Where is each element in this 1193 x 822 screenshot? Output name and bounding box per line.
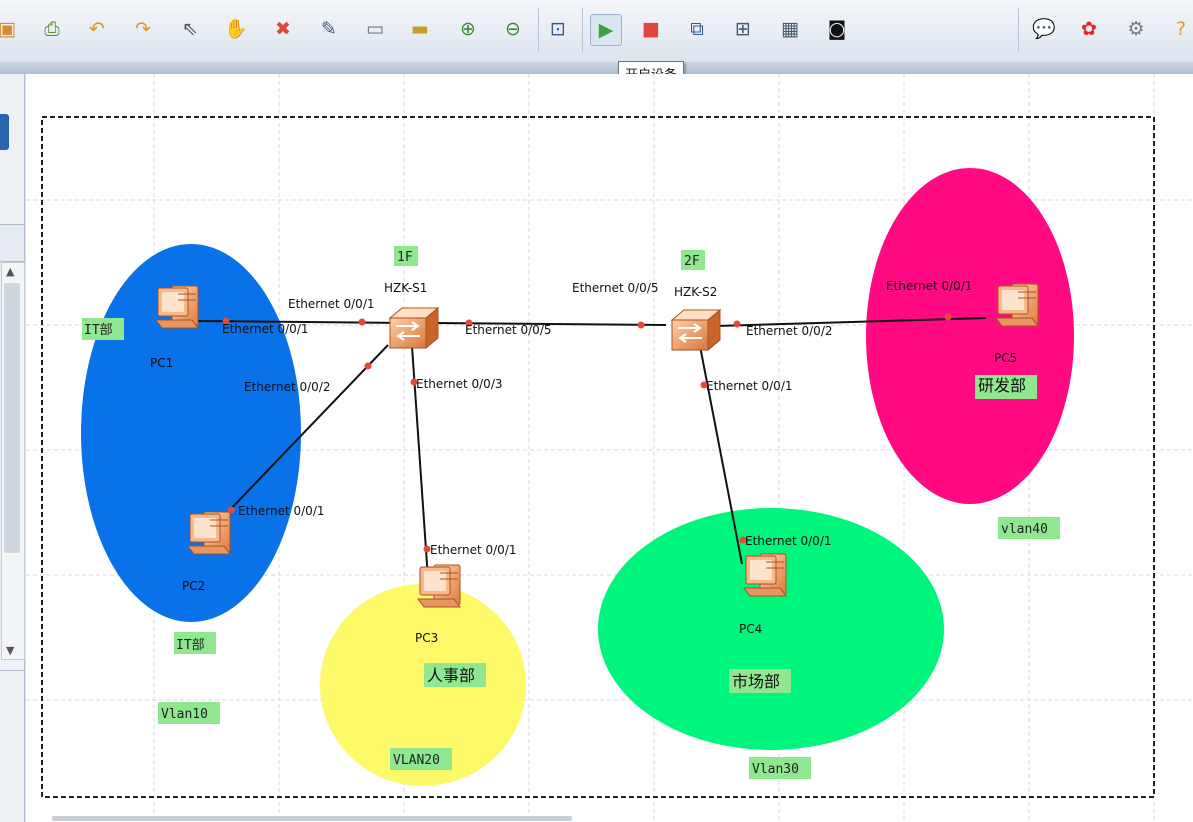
- switch-hzk-s2-label: HZK-S2: [674, 285, 717, 299]
- scroll-down-icon[interactable]: ▼: [6, 644, 14, 657]
- horizontal-scrollbar-thumb[interactable]: [52, 816, 572, 821]
- toolbar-bottom-strip: [0, 62, 1193, 74]
- topology-svg: PC1 PC2 PC3 PC4 PC5 HZK-S1 HZK-S2 1F 2F …: [26, 74, 1193, 822]
- pc3-label: PC3: [415, 631, 438, 645]
- toolbar-separator: [582, 8, 583, 52]
- topology-icon[interactable]: ⊞: [728, 14, 758, 44]
- rd-zone: [866, 168, 1074, 504]
- floor-tag-1f: 1F: [397, 250, 413, 265]
- port-label-s1-e1: Ethernet 0/0/1: [288, 297, 375, 311]
- panel-scrollbar[interactable]: ▲ ▼: [1, 262, 25, 660]
- help-icon[interactable]: ?: [1166, 14, 1193, 44]
- scrollbar-thumb[interactable]: [4, 283, 20, 553]
- pc5[interactable]: [995, 283, 1039, 327]
- dept-tag-it-top: IT部: [84, 323, 113, 338]
- dept-tag-hr: 人事部: [427, 666, 475, 685]
- port-label-s1-e2: Ethernet 0/0/2: [244, 380, 331, 394]
- text-note-icon[interactable]: ▭: [360, 14, 390, 44]
- toolbar-separator: [538, 8, 539, 52]
- panel-divider: [0, 224, 24, 262]
- pc2[interactable]: [187, 511, 231, 555]
- switch-hzk-s2[interactable]: [671, 309, 721, 351]
- left-panel: ▲ ▼: [0, 74, 25, 822]
- chat-icon[interactable]: 💬: [1029, 14, 1059, 44]
- port-dots: [222, 313, 952, 553]
- vlan-tag-30: Vlan30: [752, 762, 799, 777]
- pc2-label: PC2: [182, 579, 205, 593]
- scroll-up-icon[interactable]: ▲: [6, 265, 14, 278]
- toolbar-separator: [1018, 8, 1019, 52]
- stop-device-icon[interactable]: ■: [636, 14, 666, 44]
- select-pointer-icon[interactable]: ⇖: [175, 14, 205, 44]
- switch-hzk-s1[interactable]: [389, 307, 439, 349]
- pc1[interactable]: [155, 285, 199, 329]
- vlan-tag-20: VLAN20: [393, 753, 440, 768]
- port-label-pc5-e1: Ethernet 0/0/1: [886, 279, 973, 293]
- capture-icon[interactable]: ⧉: [682, 14, 712, 44]
- zoom-in-icon[interactable]: ⊕: [453, 14, 483, 44]
- floor-tag-2f: 2F: [684, 254, 700, 269]
- pc5-label: PC5: [994, 351, 1017, 365]
- dept-tag-it-bottom: IT部: [176, 638, 205, 653]
- topology-canvas[interactable]: PC1 PC2 PC3 PC4 PC5 HZK-S1 HZK-S2 1F 2F …: [26, 74, 1193, 822]
- undo-icon[interactable]: ↶: [82, 14, 112, 44]
- print-icon[interactable]: ⎙: [37, 14, 67, 44]
- pc3[interactable]: [417, 564, 461, 608]
- erase-link-icon[interactable]: ✎: [314, 14, 344, 44]
- grid-icon[interactable]: ▦: [775, 14, 805, 44]
- huawei-logo-icon: ✿: [1081, 17, 1097, 40]
- redo-icon[interactable]: ↷: [128, 14, 158, 44]
- vlan-tag-10: Vlan10: [161, 707, 208, 722]
- port-label-s2-e2: Ethernet 0/0/2: [746, 324, 833, 338]
- device-category-icon[interactable]: [0, 114, 9, 150]
- port-label-pc2-e1: Ethernet 0/0/1: [238, 504, 325, 518]
- port-label-s2-e5: Ethernet 0/0/5: [572, 281, 659, 295]
- port-label-s2-e1: Ethernet 0/0/1: [706, 379, 793, 393]
- dept-tag-market: 市场部: [732, 672, 780, 691]
- toolbar: ▣ ⎙ ↶ ↷ ⇖ ✋ ✖ ✎ ▭ ▬ ⊕ ⊖ ⊡ ▶ ■ ⧉ ⊞ ▦ ◙ 💬 …: [0, 0, 1193, 63]
- dept-tag-rd: 研发部: [978, 376, 1026, 395]
- save-icon[interactable]: ▣: [0, 14, 22, 44]
- fit-view-icon[interactable]: ⊡: [543, 14, 573, 44]
- port-label-pc1-e1: Ethernet 0/0/1: [222, 322, 309, 336]
- port-label-s1-e5: Ethernet 0/0/5: [465, 323, 552, 337]
- delete-icon[interactable]: ✖: [268, 14, 298, 44]
- port-label-s1-e3: Ethernet 0/0/3: [416, 377, 503, 391]
- port-label-pc4-e1: Ethernet 0/0/1: [745, 534, 832, 548]
- pc4[interactable]: [743, 553, 787, 597]
- zoom-out-icon[interactable]: ⊖: [498, 14, 528, 44]
- hand-pan-icon[interactable]: ✋: [221, 14, 251, 44]
- panel-divider: [0, 670, 24, 671]
- rectangle-icon[interactable]: ▬: [405, 14, 435, 44]
- pc1-label: PC1: [150, 356, 173, 370]
- start-device-icon[interactable]: ▶: [590, 14, 622, 46]
- vlan-tag-40: vlan40: [1001, 522, 1048, 537]
- pc4-label: PC4: [739, 622, 762, 636]
- port-label-pc3-e1: Ethernet 0/0/1: [430, 543, 517, 557]
- settings-icon[interactable]: ⚙: [1121, 14, 1151, 44]
- console-icon[interactable]: ◙: [822, 14, 852, 44]
- switch-hzk-s1-label: HZK-S1: [384, 281, 427, 295]
